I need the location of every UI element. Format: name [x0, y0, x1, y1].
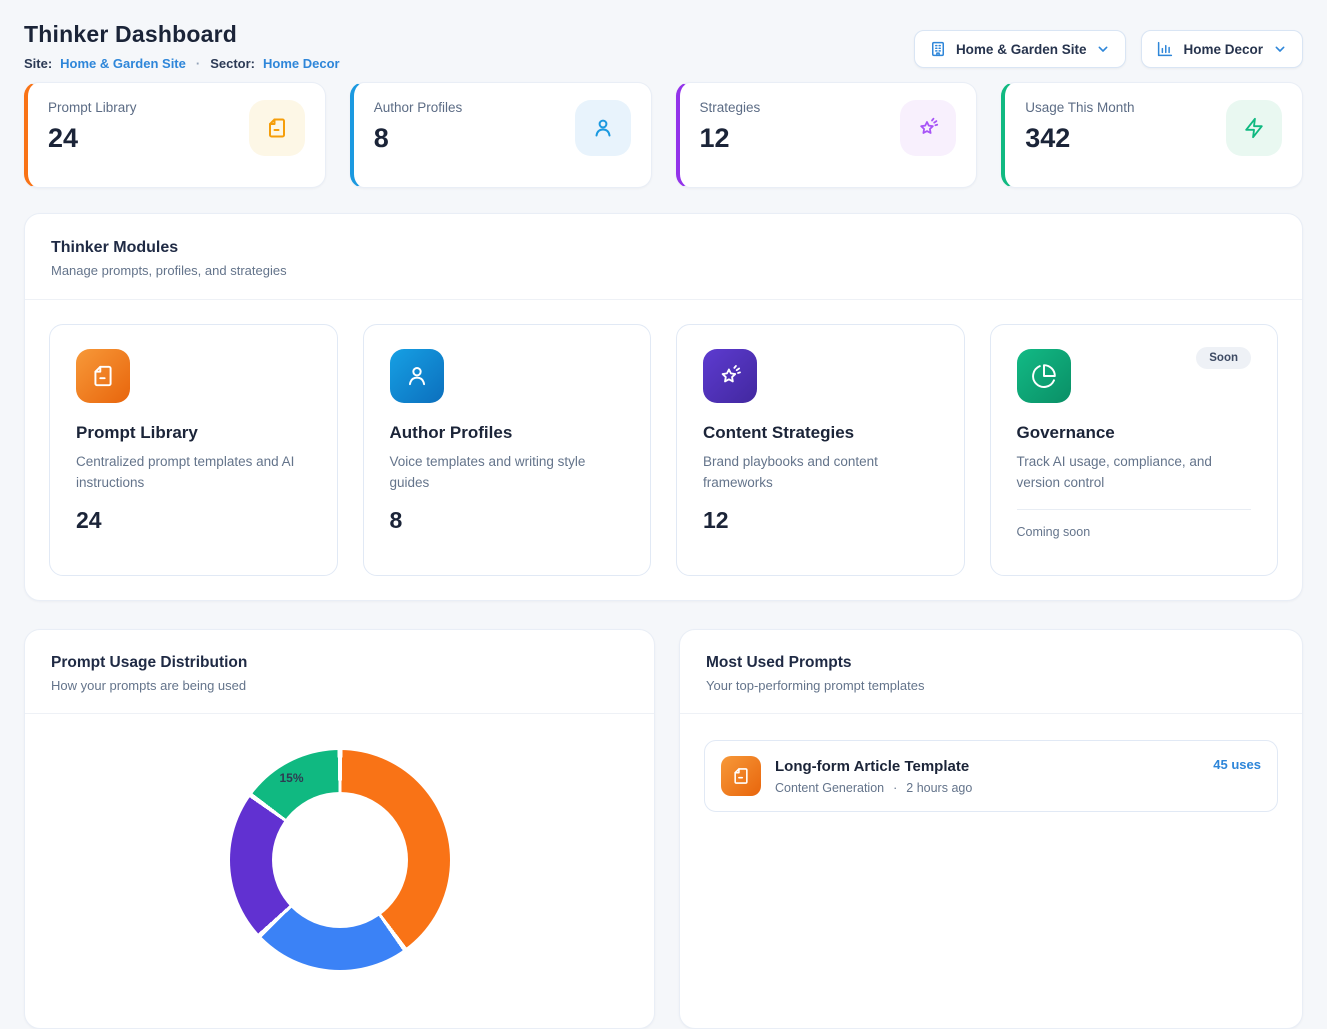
stat-label: Strategies: [700, 100, 761, 115]
modules-grid: Prompt Library Centralized prompt templa…: [49, 324, 1278, 576]
building-icon: [929, 40, 947, 58]
breadcrumb: Site: Home & Garden Site · Sector: Home …: [24, 56, 340, 71]
stat-value: 8: [374, 123, 463, 154]
bar-chart-icon: [1156, 40, 1174, 58]
site-selector-value: Home & Garden Site: [956, 42, 1087, 57]
user-icon: [390, 349, 444, 403]
site-link[interactable]: Home & Garden Site: [60, 56, 186, 71]
page-title: Thinker Dashboard: [24, 20, 340, 48]
usage-donut[interactable]: 15%: [230, 750, 450, 970]
topbar: Thinker Dashboard Site: Home & Garden Si…: [24, 20, 1303, 71]
donut-segment-label: 15%: [280, 771, 304, 785]
title-block: Thinker Dashboard Site: Home & Garden Si…: [24, 20, 340, 71]
document-icon: [249, 100, 305, 156]
most-used-title: Most Used Prompts: [706, 654, 1276, 672]
module-title: Governance: [1017, 423, 1252, 443]
module-count: 24: [76, 507, 311, 534]
zap-icon: [1226, 100, 1282, 156]
prompt-usage-card: Prompt Usage Distribution How your promp…: [24, 629, 655, 1029]
site-label: Site:: [24, 56, 52, 71]
module-title: Prompt Library: [76, 423, 311, 443]
soon-badge: Soon: [1196, 347, 1251, 369]
bottom-row: Prompt Usage Distribution How your promp…: [24, 629, 1303, 1029]
modules-title: Thinker Modules: [51, 239, 1276, 257]
sector-selector-value: Home Decor: [1183, 42, 1263, 57]
most-used-prompts-card: Most Used Prompts Your top-performing pr…: [679, 629, 1303, 1029]
modules-header: Thinker Modules Manage prompts, profiles…: [25, 214, 1302, 300]
prompt-item-uses: 45 uses: [1213, 757, 1261, 772]
sparkle-star-icon: [703, 349, 757, 403]
sector-label: Sector:: [210, 56, 255, 71]
module-card-author-profiles[interactable]: Author Profiles Voice templates and writ…: [363, 324, 652, 576]
chevron-down-icon: [1095, 41, 1111, 57]
user-icon: [575, 100, 631, 156]
prompt-list-item[interactable]: Long-form Article Template Content Gener…: [704, 740, 1278, 812]
module-count: 12: [703, 507, 938, 534]
usage-chart-subtitle: How your prompts are being used: [51, 678, 628, 693]
meta-separator: ·: [893, 781, 897, 795]
stat-value: 24: [48, 123, 137, 154]
module-card-prompt-library[interactable]: Prompt Library Centralized prompt templa…: [49, 324, 338, 576]
stat-value: 342: [1025, 123, 1134, 154]
document-icon: [76, 349, 130, 403]
dashboard-page: Thinker Dashboard Site: Home & Garden Si…: [0, 0, 1327, 1029]
thinker-modules-panel: Thinker Modules Manage prompts, profiles…: [24, 213, 1303, 601]
prompt-item-title: Long-form Article Template: [775, 758, 1199, 775]
usage-chart-title: Prompt Usage Distribution: [51, 654, 628, 672]
module-description: Centralized prompt templates and AI inst…: [76, 452, 311, 494]
sector-link[interactable]: Home Decor: [263, 56, 340, 71]
prompt-item-time: 2 hours ago: [906, 781, 972, 795]
divider: [1017, 509, 1252, 510]
coming-soon-text: Coming soon: [1017, 525, 1252, 539]
module-description: Voice templates and writing style guides: [390, 452, 625, 494]
module-description: Brand playbooks and content frameworks: [703, 452, 938, 494]
prompt-item-category: Content Generation: [775, 781, 884, 795]
modules-subtitle: Manage prompts, profiles, and strategies: [51, 263, 1276, 278]
stat-label: Usage This Month: [1025, 100, 1134, 115]
site-selector-dropdown[interactable]: Home & Garden Site: [914, 30, 1127, 68]
stat-label: Author Profiles: [374, 100, 463, 115]
chevron-down-icon: [1272, 41, 1288, 57]
stat-value: 12: [700, 123, 761, 154]
most-used-subtitle: Your top-performing prompt templates: [706, 678, 1276, 693]
stat-card-prompt-library: Prompt Library 24: [24, 82, 326, 188]
module-title: Content Strategies: [703, 423, 938, 443]
stats-row: Prompt Library 24 Author Profiles 8 Stra…: [24, 82, 1303, 188]
pie-chart-icon: [1017, 349, 1071, 403]
sector-selector-dropdown[interactable]: Home Decor: [1141, 30, 1303, 68]
module-card-content-strategies[interactable]: Content Strategies Brand playbooks and c…: [676, 324, 965, 576]
module-description: Track AI usage, compliance, and version …: [1017, 452, 1252, 494]
stat-card-strategies: Strategies 12: [676, 82, 978, 188]
selector-group: Home & Garden Site Home Decor: [914, 30, 1303, 68]
sparkle-star-icon: [900, 100, 956, 156]
module-count: 8: [390, 507, 625, 534]
module-card-governance[interactable]: Soon Governance Track AI usage, complian…: [990, 324, 1279, 576]
stat-card-author-profiles: Author Profiles 8: [350, 82, 652, 188]
document-icon: [721, 756, 761, 796]
stat-label: Prompt Library: [48, 100, 137, 115]
module-title: Author Profiles: [390, 423, 625, 443]
stat-card-usage: Usage This Month 342: [1001, 82, 1303, 188]
breadcrumb-separator: ·: [196, 56, 200, 71]
